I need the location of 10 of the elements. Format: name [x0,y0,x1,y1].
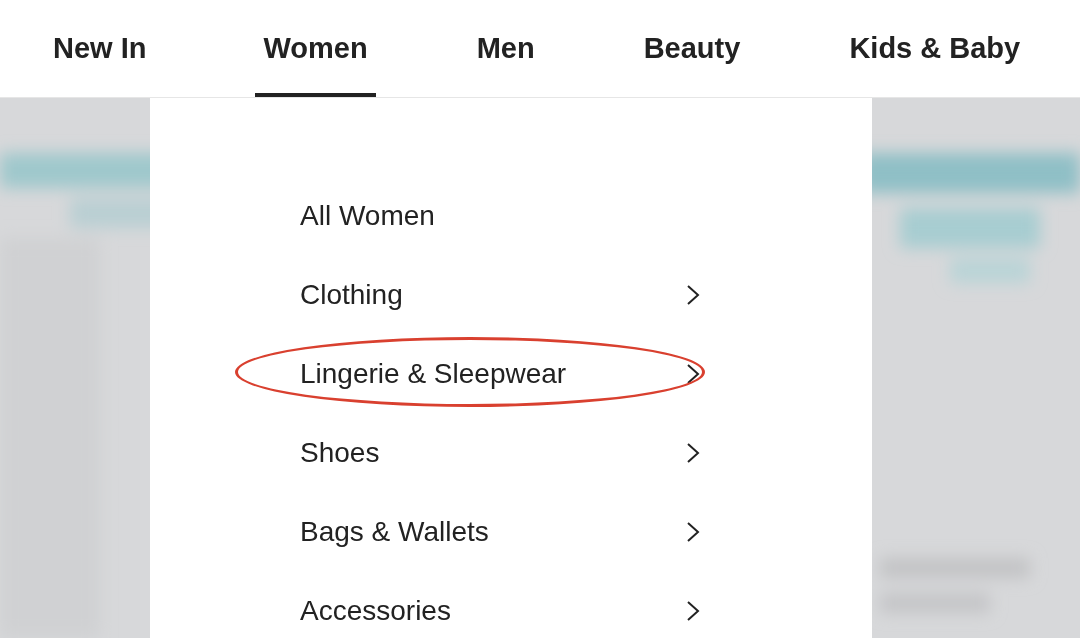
menu-item[interactable]: All Women [300,199,435,232]
menu-item[interactable]: Lingerie & Sleepwear [300,357,567,390]
menu-item[interactable]: Shoes [300,436,380,469]
nav-tab[interactable]: Men [468,0,543,97]
menu-item[interactable]: Clothing [300,278,403,311]
nav-tab[interactable]: Beauty [635,0,749,97]
menu-item[interactable]: Accessories [300,594,451,627]
nav-tab[interactable]: New In [53,0,155,97]
menu-item[interactable]: Bags & Wallets [300,515,489,548]
nav-tab[interactable]: Kids & Baby [841,0,1029,97]
